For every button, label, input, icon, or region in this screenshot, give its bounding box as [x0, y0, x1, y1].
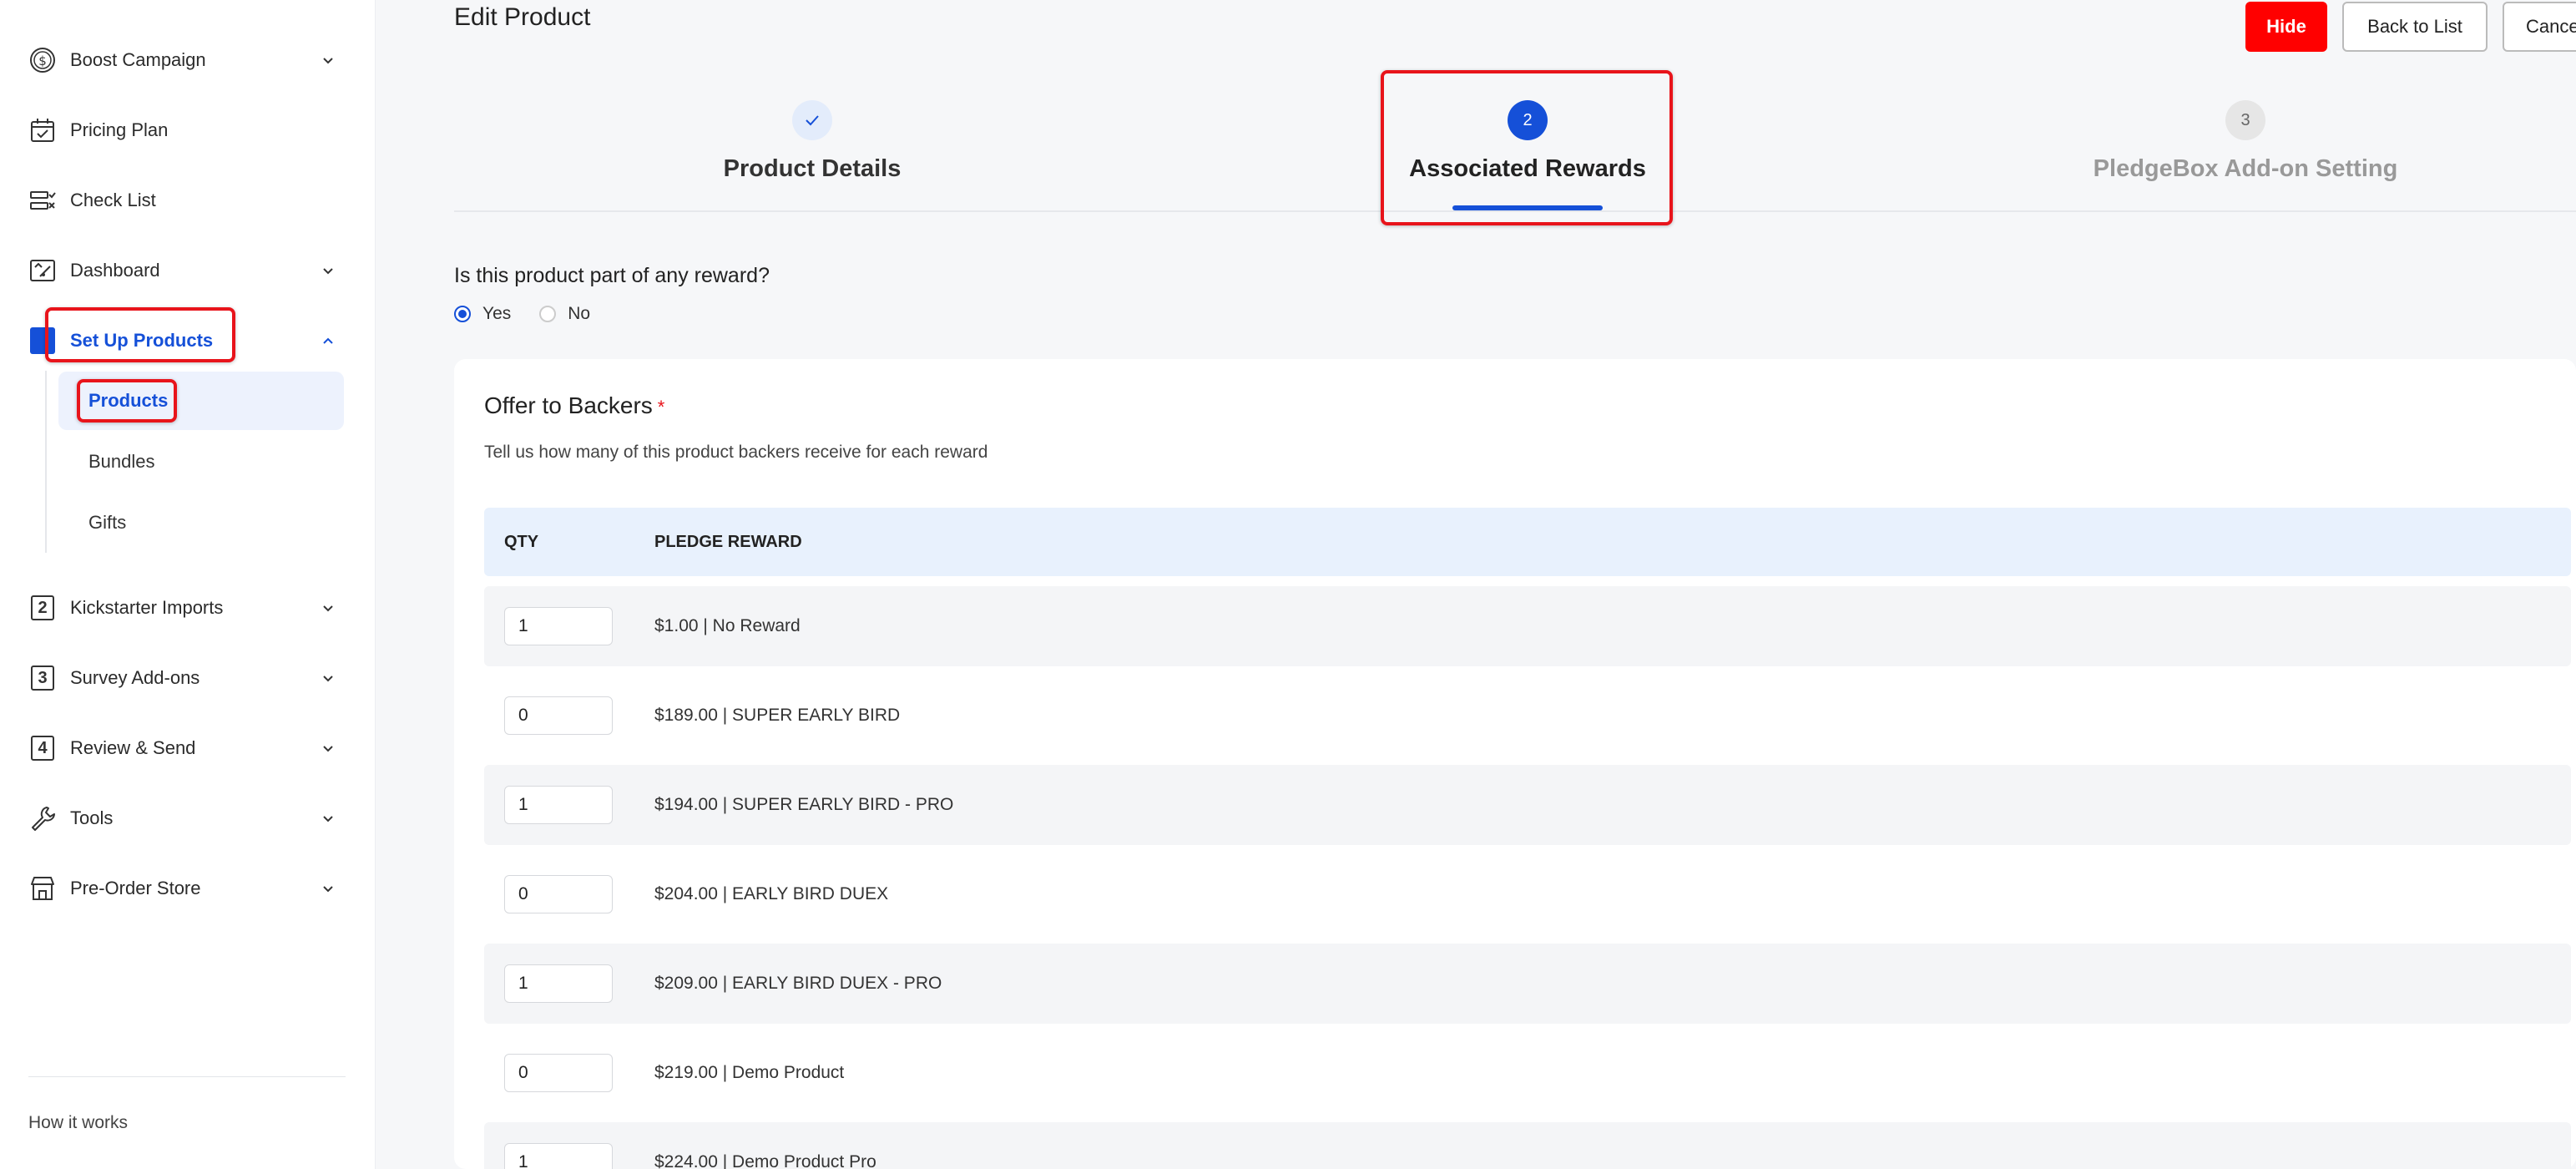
qty-input[interactable] [504, 607, 613, 645]
offer-title: Offer to Backers * [484, 392, 664, 419]
sidebar-item-label: Tools [70, 807, 114, 828]
chevron-down-icon [323, 605, 333, 612]
back-to-list-button[interactable]: Back to List [2342, 2, 2488, 52]
step-pledgebox-add-on-setting[interactable]: 3 PledgeBox Add-on Setting [1995, 100, 2496, 183]
table-row: $1.00 | No Reward [484, 586, 2571, 666]
sidebar-item-kickstarter-imports[interactable]: 2 Kickstarter Imports [28, 587, 346, 629]
step-label: PledgeBox Add-on Setting [2093, 155, 2398, 182]
table-row: $224.00 | Demo Product Pro [484, 1122, 2571, 1169]
qty-input[interactable] [504, 786, 613, 824]
column-pledge-reward: PLEDGE REWARD [654, 532, 802, 551]
step-product-details[interactable]: Product Details [562, 100, 1063, 183]
sidebar-item-set-up-products[interactable]: Set Up Products [28, 320, 346, 362]
sidebar-item-label: Pre-Order Store [70, 878, 201, 898]
dollar-icon: $ [28, 46, 57, 74]
radio-yes[interactable] [454, 306, 471, 322]
radio-yes-label: Yes [482, 304, 512, 323]
reward-label: $224.00 | Demo Product Pro [654, 1152, 876, 1169]
sidebar-item-tools[interactable]: Tools [28, 797, 346, 839]
sidebar-item-review-send[interactable]: 4 Review & Send [28, 727, 346, 769]
sidebar-item-label: Survey Add-ons [70, 667, 200, 688]
table-row: $209.00 | EARLY BIRD DUEX - PRO [484, 944, 2571, 1024]
sidebar-item-label: Dashboard [70, 260, 160, 281]
sidebar-item-label: Pricing Plan [70, 119, 169, 140]
sidebar-item-label: Boost Campaign [70, 49, 206, 70]
qty-input[interactable] [504, 696, 613, 735]
sidebar: $ Boost Campaign Pricing Plan Check List… [0, 0, 376, 1169]
offer-title-text: Offer to Backers [484, 392, 653, 418]
step-2-icon: 2 [28, 594, 57, 622]
cancel-button[interactable]: Cancel [2503, 2, 2576, 52]
chevron-down-icon [323, 268, 333, 275]
qty-input[interactable] [504, 964, 613, 1003]
chevron-down-icon [323, 58, 333, 64]
sidebar-item-pre-order-store[interactable]: Pre-Order Store [28, 868, 346, 909]
table-row: $189.00 | SUPER EARLY BIRD [484, 676, 2571, 756]
table-header: QTY PLEDGE REWARD [484, 508, 2571, 576]
stepper-divider [454, 210, 2576, 212]
sidebar-item-label: Set Up Products [70, 330, 214, 351]
table-row: $219.00 | Demo Product [484, 1033, 2571, 1113]
hide-button[interactable]: Hide [2245, 2, 2327, 52]
sidebar-item-check-list[interactable]: Check List [28, 180, 346, 221]
sidebar-item-label: Review & Send [70, 737, 196, 758]
subnav-line [45, 371, 47, 553]
chevron-up-icon [323, 337, 333, 344]
reward-label: $189.00 | SUPER EARLY BIRD [654, 706, 901, 725]
required-mark: * [657, 397, 665, 418]
sidebar-item-label: Kickstarter Imports [70, 597, 224, 618]
reward-label: $219.00 | Demo Product [654, 1063, 845, 1082]
checklist-icon [28, 186, 57, 215]
sidebar-item-survey-add-ons[interactable]: 3 Survey Add-ons [28, 657, 346, 699]
reward-label: $209.00 | EARLY BIRD DUEX - PRO [654, 974, 942, 993]
step-number: 2 [1508, 100, 1548, 140]
offer-subtitle: Tell us how many of this product backers… [484, 443, 988, 462]
step-label: Product Details [723, 155, 902, 182]
reward-label: $204.00 | EARLY BIRD DUEX [654, 884, 889, 903]
chevron-down-icon [323, 816, 333, 822]
chevron-down-icon [323, 676, 333, 682]
table-row: $194.00 | SUPER EARLY BIRD - PRO [484, 765, 2571, 845]
reward-label: $194.00 | SUPER EARLY BIRD - PRO [654, 795, 954, 814]
qty-input[interactable] [504, 875, 613, 913]
table-row: $204.00 | EARLY BIRD DUEX [484, 854, 2571, 934]
sidebar-divider [28, 1076, 346, 1077]
sidebar-item-boost-campaign[interactable]: $ Boost Campaign [28, 39, 346, 81]
sidebar-item-dashboard[interactable]: Dashboard [28, 250, 346, 291]
step-4-icon: 4 [28, 734, 57, 762]
page-title: Edit Product [454, 3, 591, 31]
calendar-check-icon [28, 116, 57, 144]
radio-no-label: No [568, 304, 591, 323]
step-associated-rewards[interactable]: 2 Associated Rewards [1277, 100, 1778, 183]
step-number: 3 [2225, 100, 2265, 140]
column-qty: QTY [504, 532, 539, 551]
offer-card: Offer to Backers * Tell us how many of th… [454, 359, 2576, 1169]
chevron-down-icon [323, 886, 333, 893]
subnav-item-gifts[interactable]: Gifts [58, 493, 344, 552]
sidebar-item-label: Check List [70, 190, 156, 210]
reward-radio-group: Yes No [454, 304, 619, 324]
wrench-icon [28, 804, 57, 832]
qty-input[interactable] [504, 1143, 613, 1169]
radio-no[interactable] [539, 306, 557, 322]
reward-label: $1.00 | No Reward [654, 616, 801, 635]
step-1-icon [28, 326, 57, 355]
subnav-item-products[interactable]: Products [58, 372, 344, 430]
how-it-works-link[interactable]: How it works [28, 1113, 128, 1133]
store-icon [28, 874, 57, 903]
active-step-indicator [1452, 205, 1603, 210]
svg-text:$: $ [38, 53, 47, 68]
reward-question: Is this product part of any reward? [454, 264, 770, 287]
sidebar-item-pricing-plan[interactable]: Pricing Plan [28, 109, 346, 151]
chart-icon [28, 256, 57, 285]
check-icon [792, 100, 832, 140]
step-label: Associated Rewards [1409, 155, 1646, 182]
step-3-icon: 3 [28, 664, 57, 692]
subnav-item-bundles[interactable]: Bundles [58, 433, 344, 491]
chevron-down-icon [323, 746, 333, 752]
qty-input[interactable] [504, 1054, 613, 1092]
